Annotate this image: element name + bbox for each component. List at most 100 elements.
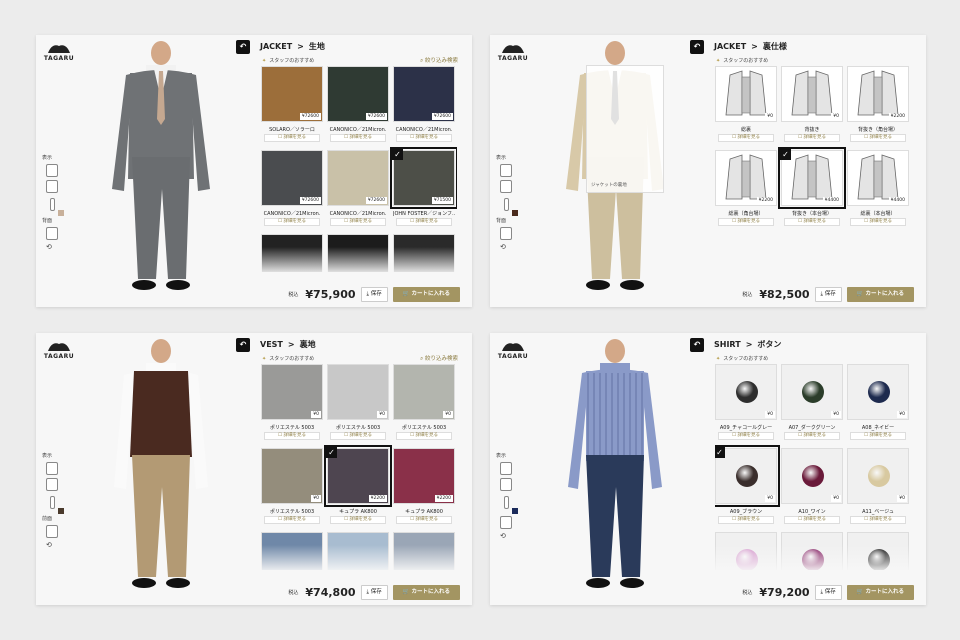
add-to-cart-button[interactable]: 🛒 カートに入れる [392, 584, 460, 600]
option-swatch[interactable]: ¥0 [261, 448, 323, 504]
vest-view-icon[interactable] [500, 180, 512, 193]
detail-link[interactable]: 詳細を見る [850, 432, 906, 440]
detail-link[interactable]: 詳細を見る [850, 516, 906, 524]
option-tile[interactable]: ¥0 A10_ワイン詳細を見る [781, 448, 843, 528]
option-tile[interactable]: ¥0 ポリエステル 5003詳細を見る [261, 448, 323, 528]
shirt-view-icon[interactable] [500, 227, 512, 240]
detail-link[interactable]: 詳細を見る [718, 134, 774, 142]
jacket-view-icon[interactable] [46, 462, 58, 475]
option-tile[interactable]: ¥4400 ✓ 背抜き（本台場）詳細を見る [778, 147, 846, 230]
option-tile[interactable]: ¥72600 CANONICO／21Micron.詳細を見る [327, 150, 389, 230]
option-tile[interactable]: ¥72600 CANONICO／21Micron.詳細を見る [261, 150, 323, 230]
color-swatch[interactable] [512, 507, 518, 514]
option-tile[interactable]: ¥0 ポリエステル 5003詳細を見る [327, 364, 389, 444]
detail-link[interactable]: 詳細を見る [784, 516, 840, 524]
save-button[interactable]: ⤓ 保存 [814, 584, 842, 600]
detail-link[interactable]: 詳細を見る [784, 218, 840, 226]
save-button[interactable]: ⤓ 保存 [360, 286, 388, 302]
option-swatch[interactable]: ¥0 [715, 364, 777, 420]
detail-link[interactable]: 詳細を見る [330, 516, 386, 524]
rotate-icon[interactable]: ⟲ [46, 243, 68, 251]
detail-link[interactable]: 詳細を見る [718, 218, 774, 226]
tie-view-icon[interactable] [50, 496, 55, 509]
detail-link[interactable]: 詳細を見る [396, 134, 452, 142]
option-tile[interactable]: ¥2200 ✓ キュプラ AK800詳細を見る [324, 445, 392, 528]
option-swatch[interactable]: ¥0 [847, 364, 909, 420]
option-swatch[interactable]: ¥2200 [715, 150, 777, 206]
option-tile[interactable]: ¥72600 CANONICO／21Micron.詳細を見る [327, 66, 389, 146]
option-tile[interactable]: ¥71500 ✓ JOHN FOSTER／ジョンフ…詳細を見る [390, 147, 457, 230]
tie-view-icon[interactable] [504, 198, 509, 211]
brand-logo[interactable]: TAGARU [496, 41, 530, 63]
tie-view-icon[interactable] [504, 496, 509, 509]
rotate-icon[interactable]: ⟲ [46, 541, 68, 549]
back-icon[interactable]: ↶ [236, 40, 250, 54]
color-swatch[interactable] [512, 209, 518, 216]
color-swatch[interactable] [58, 507, 64, 514]
detail-link[interactable]: 詳細を見る [330, 218, 386, 226]
option-swatch[interactable]: ¥2200 ✓ [324, 445, 392, 507]
option-swatch[interactable]: ¥72600 [327, 150, 389, 206]
detail-link[interactable]: 詳細を見る [850, 134, 906, 142]
option-tile[interactable]: ¥0 A07_ダークグリーン詳細を見る [781, 364, 843, 444]
option-tile[interactable]: ¥0 A09_チャコールグレー詳細を見る [715, 364, 777, 444]
option-swatch[interactable]: ¥0 [715, 66, 777, 122]
shirt-view-icon[interactable] [46, 525, 58, 538]
option-tile[interactable]: ¥0 A08_ネイビー詳細を見る [847, 364, 909, 444]
save-button[interactable]: ⤓ 保存 [814, 286, 842, 302]
detail-link[interactable]: 詳細を見る [396, 516, 452, 524]
option-tile[interactable]: ¥72600 CANONICO／21Micron.詳細を見る [393, 66, 455, 146]
add-to-cart-button[interactable]: 🛒 カートに入れる [846, 584, 914, 600]
detail-link[interactable]: 詳細を見る [396, 218, 452, 226]
option-swatch[interactable]: ¥2200 [847, 66, 909, 122]
vest-view-icon[interactable] [46, 180, 58, 193]
detail-link[interactable]: 詳細を見る [396, 432, 452, 440]
detail-link[interactable]: 詳細を見る [264, 134, 320, 142]
option-swatch[interactable]: ¥2200 [393, 448, 455, 504]
back-icon[interactable]: ↶ [236, 338, 250, 352]
detail-link[interactable]: 詳細を見る [850, 218, 906, 226]
jacket-view-icon[interactable] [500, 462, 512, 475]
detail-link[interactable]: 詳細を見る [264, 432, 320, 440]
detail-link[interactable]: 詳細を見る [784, 432, 840, 440]
shirt-view-icon[interactable] [46, 227, 58, 240]
option-tile[interactable]: ¥2200 総裏（角台場）詳細を見る [715, 150, 777, 230]
save-button[interactable]: ⤓ 保存 [360, 584, 388, 600]
rotate-icon[interactable]: ⟲ [500, 243, 522, 251]
option-swatch[interactable]: ¥0 [393, 364, 455, 420]
detail-link[interactable]: 詳細を見る [330, 134, 386, 142]
color-swatch[interactable] [58, 209, 64, 216]
option-tile[interactable]: ¥0 ✓ A09_ブラウン詳細を見る [715, 445, 780, 528]
vest-view-icon[interactable] [46, 478, 58, 491]
option-tile[interactable]: ¥72600 SOLARO／ソラーロ詳細を見る [261, 66, 323, 146]
option-tile[interactable]: ¥0 A11_ベージュ詳細を見る [847, 448, 909, 528]
option-swatch[interactable]: ¥0 [847, 448, 909, 504]
option-swatch[interactable]: ¥72600 [261, 66, 323, 122]
option-tile[interactable]: ¥4400 総裏（本台場）詳細を見る [847, 150, 909, 230]
option-tile[interactable]: ¥2200 背抜き（角台場）詳細を見る [847, 66, 909, 146]
add-to-cart-button[interactable]: 🛒 カートに入れる [846, 286, 914, 302]
back-icon[interactable]: ↶ [690, 338, 704, 352]
detail-link[interactable]: 詳細を見る [264, 218, 320, 226]
option-swatch[interactable]: ¥4400 [847, 150, 909, 206]
option-swatch[interactable]: ¥0 [327, 364, 389, 420]
option-tile[interactable]: ¥0 総裏詳細を見る [715, 66, 777, 146]
vest-view-icon[interactable] [500, 478, 512, 491]
option-tile[interactable]: ¥2200 キュプラ AK800詳細を見る [393, 448, 455, 528]
rotate-icon[interactable]: ⟲ [500, 532, 522, 540]
detail-link[interactable]: 詳細を見る [330, 432, 386, 440]
shirt-view-icon[interactable] [500, 516, 512, 529]
jacket-view-icon[interactable] [500, 164, 512, 177]
brand-logo[interactable]: TAGARU [42, 41, 76, 63]
detail-link[interactable]: 詳細を見る [718, 516, 774, 524]
detail-link[interactable]: 詳細を見る [264, 516, 320, 524]
tie-view-icon[interactable] [50, 198, 55, 211]
option-swatch[interactable]: ¥72600 [261, 150, 323, 206]
option-swatch[interactable]: ¥4400 ✓ [778, 147, 846, 209]
brand-logo[interactable]: TAGARU [496, 339, 530, 361]
jacket-view-icon[interactable] [46, 164, 58, 177]
option-swatch[interactable]: ¥0 [781, 364, 843, 420]
option-swatch[interactable]: ¥72600 [327, 66, 389, 122]
option-tile[interactable]: ¥0 ポリエステル 5003詳細を見る [261, 364, 323, 444]
detail-link[interactable]: 詳細を見る [718, 432, 774, 440]
